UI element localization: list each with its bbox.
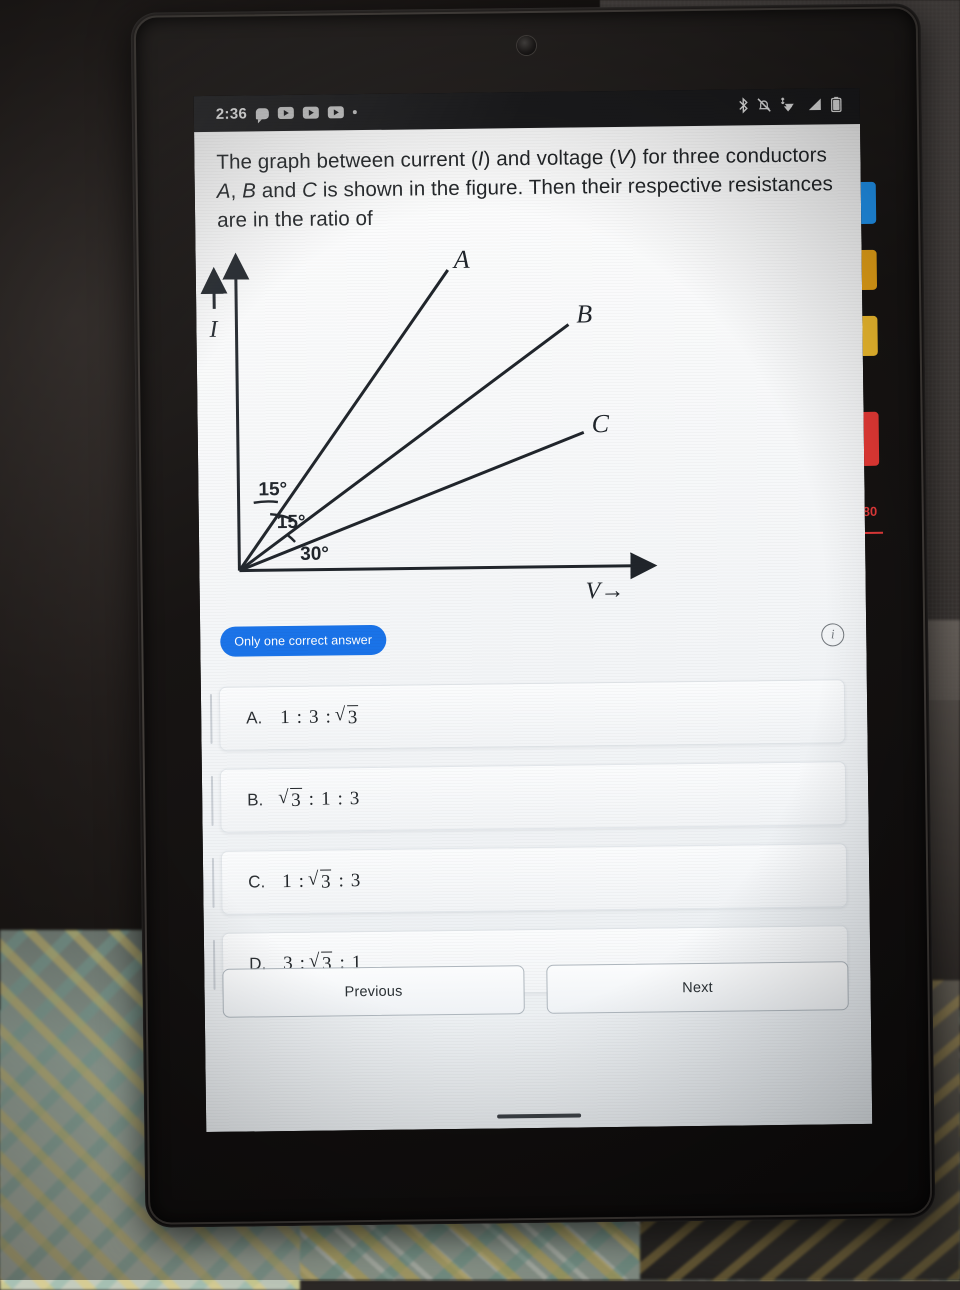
y-axis-label: I [208, 317, 218, 343]
option-a-term-1: 1 [280, 707, 290, 729]
video-notification-icon [278, 107, 294, 119]
option-b-letter: B. [247, 790, 281, 810]
option-a-term-2: 3 [309, 707, 319, 729]
question-page: The graph between current (I) and voltag… [194, 124, 872, 1132]
option-a-term-3-sqrt: 3 [338, 705, 359, 730]
option-c-term-1: 1 [282, 871, 292, 893]
x-axis-label: V→ [586, 578, 625, 604]
cellular-signal-icon [808, 97, 823, 116]
chat-bubble-icon [256, 108, 269, 119]
edge-marker-underline [863, 532, 883, 534]
front-camera-icon [517, 36, 536, 55]
battery-icon [831, 96, 842, 117]
option-a[interactable]: A. 1 : 3 : 3 [219, 680, 846, 752]
home-indicator[interactable] [497, 1113, 581, 1118]
overflow-dot-icon [353, 110, 357, 114]
sqrt-radicand: 3 [290, 788, 302, 813]
option-c-term-2-sqrt: 3 [311, 869, 332, 894]
option-b-term-1-sqrt: 3 [281, 788, 302, 813]
notifications-muted-icon [757, 97, 772, 118]
ratio-separator: : [338, 871, 344, 893]
info-icon[interactable]: i [821, 623, 844, 646]
bluetooth-icon [738, 97, 749, 118]
next-button[interactable]: Next [546, 962, 849, 1015]
option-c[interactable]: C. 1 : 3 : 3 [221, 844, 848, 916]
angle-label-ab: 15° [258, 479, 287, 500]
option-a-expression: 1 : 3 : 3 [280, 705, 358, 731]
angle-arc-ab [254, 502, 278, 504]
options-list: A. 1 : 3 : 3 B. 3 : [201, 679, 871, 997]
iv-graph-figure: I V→ A B C [195, 233, 865, 611]
line-series-c [238, 433, 586, 571]
sqrt-radicand: 3 [347, 705, 359, 730]
line-series-a [236, 270, 452, 571]
status-badge: Only one correct answer [220, 625, 386, 657]
previous-button[interactable]: Previous [222, 965, 525, 1018]
status-bar-left: 2:36 [194, 104, 357, 123]
tablet-device: 80 2:36 [131, 3, 936, 1228]
ratio-separator: : [337, 789, 343, 811]
video-notification-icon [303, 107, 319, 119]
ratio-separator: : [299, 871, 305, 893]
edge-marker-value: 80 [863, 504, 878, 519]
badge-row: Only one correct answer i [200, 619, 866, 657]
y-axis [236, 259, 240, 571]
angle-arc-c-axis [288, 535, 296, 542]
video-notification-icon [328, 106, 344, 118]
series-label-c: C [591, 409, 609, 438]
option-c-expression: 1 : 3 : 3 [282, 869, 360, 895]
option-c-letter: C. [248, 872, 282, 892]
photo-background: 80 2:36 [0, 0, 960, 1280]
option-a-letter: A. [246, 708, 280, 728]
x-axis [239, 566, 651, 571]
option-b-expression: 3 : 1 : 3 [281, 787, 359, 813]
wifi-icon [780, 96, 800, 117]
option-b-term-2: 1 [321, 789, 331, 811]
conductor-a-symbol: A [217, 180, 231, 203]
ratio-separator: : [309, 789, 315, 811]
option-c-term-3: 3 [351, 870, 361, 892]
angle-label-bc: 15° [277, 512, 306, 533]
sqrt-radicand: 3 [320, 869, 332, 894]
symbol-voltage: V [616, 146, 630, 169]
status-bar-clock: 2:36 [216, 105, 247, 122]
iv-graph-svg: I V→ A B C [195, 233, 865, 611]
status-bar-right [738, 95, 860, 117]
conductor-b-symbol: B [242, 179, 256, 202]
series-label-a: A [451, 245, 469, 274]
option-b[interactable]: B. 3 : 1 : 3 [220, 762, 847, 834]
option-b-term-3: 3 [350, 788, 360, 810]
conductor-c-symbol: C [302, 179, 317, 202]
angle-label-c-axis: 30° [300, 544, 329, 565]
series-label-b: B [576, 300, 592, 329]
ratio-separator: : [325, 707, 331, 729]
question-text: The graph between current (I) and voltag… [194, 124, 861, 237]
ratio-separator: : [297, 707, 303, 729]
line-series-b [236, 325, 571, 571]
tablet-screen: 2:36 [194, 88, 873, 1132]
question-line-1: The graph between current (I) and voltag… [216, 145, 720, 174]
navigation-bar: Previous Next [204, 961, 871, 1018]
